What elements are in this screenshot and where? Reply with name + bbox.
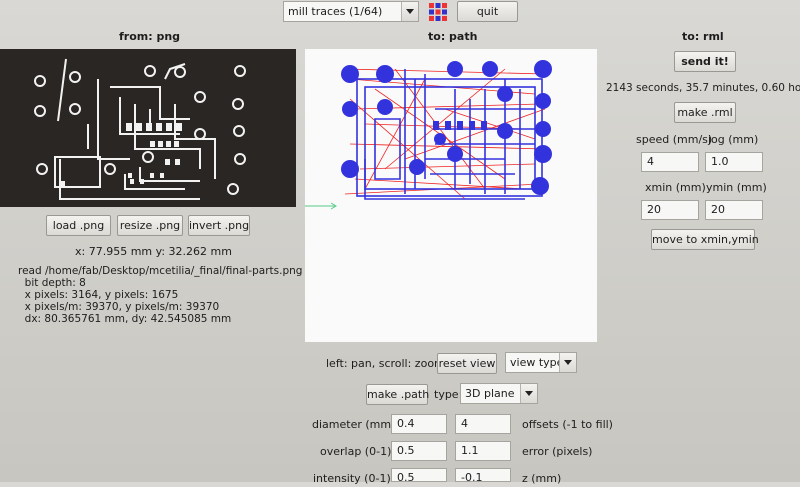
program-select-value: mill traces (1/64) — [288, 5, 383, 18]
nav-hint: left: pan, scroll: zoom — [326, 357, 445, 370]
view-type-select[interactable]: view type — [505, 352, 577, 373]
type-select[interactable]: 3D plane — [460, 383, 538, 404]
error-label: error (pixels) — [522, 445, 593, 458]
dropdown-arrow-icon — [401, 2, 418, 21]
to-rml-header: to: rml — [682, 30, 724, 43]
program-select[interactable]: mill traces (1/64) — [283, 1, 419, 22]
jog-label: jog (mm) — [708, 133, 759, 146]
overlap-field[interactable]: 0.5 — [391, 441, 447, 461]
file-info-line: dx: 80.365761 mm, dy: 42.545085 mm — [18, 313, 232, 325]
xmin-label: xmin (mm) — [645, 181, 706, 194]
path-canvas[interactable] — [305, 49, 597, 342]
grid-icon[interactable] — [428, 2, 448, 22]
toolpath-plot — [305, 60, 552, 210]
file-info-line: read /home/fab/Desktop/mcetilia/_final/f… — [18, 265, 303, 277]
pcb-image[interactable] — [0, 49, 296, 207]
z-field[interactable]: -0.1 — [455, 468, 511, 484]
intensity-field[interactable]: 0.5 — [391, 468, 447, 484]
z-label: z (mm) — [522, 472, 562, 485]
intensity-label: intensity (0-1) — [313, 472, 391, 485]
move-to-xmin-ymin-button[interactable]: move to xmin,ymin — [651, 229, 759, 250]
jog-field[interactable]: 1.0 — [705, 152, 763, 172]
dropdown-arrow-icon — [559, 353, 576, 372]
speed-field[interactable]: 4 — [641, 152, 699, 172]
diameter-field[interactable]: 0.4 — [391, 414, 447, 434]
overlap-label: overlap (0-1) — [320, 445, 392, 458]
time-estimate: 2143 seconds, 35.7 minutes, 0.60 hours — [606, 82, 800, 94]
make-rml-button[interactable]: make .rml — [674, 102, 736, 123]
quit-button[interactable]: quit — [457, 1, 518, 22]
resize-png-button[interactable]: resize .png — [117, 215, 183, 236]
speed-label: speed (mm/s) — [636, 133, 713, 146]
view-type-value: view type — [510, 356, 564, 369]
type-value: 3D plane — [465, 387, 515, 400]
ymin-label: ymin (mm) — [706, 181, 767, 194]
to-path-header: to: path — [428, 30, 478, 43]
ymin-field[interactable]: 20 — [705, 200, 763, 220]
send-it-button[interactable]: send it! — [674, 51, 736, 72]
cursor-coords: x: 77.955 mm y: 32.262 mm — [75, 245, 232, 258]
from-png-header: from: png — [119, 30, 181, 43]
diameter-label: diameter (mm) — [312, 418, 396, 431]
error-field[interactable]: 1.1 — [455, 441, 511, 461]
invert-png-button[interactable]: invert .png — [188, 215, 250, 236]
make-path-button[interactable]: make .path — [366, 384, 429, 405]
xmin-field[interactable]: 20 — [641, 200, 699, 220]
offsets-field[interactable]: 4 — [455, 414, 511, 434]
offsets-label: offsets (-1 to fill) — [522, 418, 613, 431]
type-label: type: — [434, 388, 463, 401]
file-info-line: x pixels/m: 39370, y pixels/m: 39370 — [18, 301, 220, 313]
dropdown-arrow-icon — [520, 384, 537, 403]
file-info-line: bit depth: 8 — [18, 277, 86, 289]
reset-view-button[interactable]: reset view — [437, 353, 497, 374]
load-png-button[interactable]: load .png — [46, 215, 111, 236]
file-info-line: x pixels: 3164, y pixels: 1675 — [18, 289, 179, 301]
